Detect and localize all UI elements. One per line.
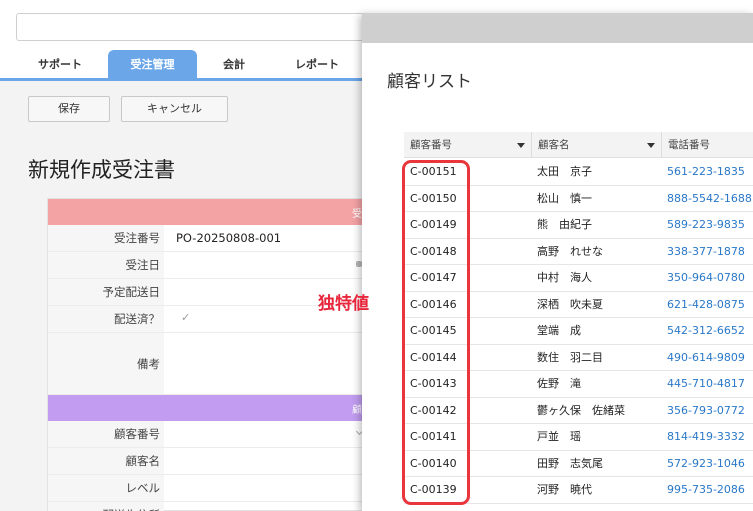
delivered-checkbox[interactable]: ✓ [181,311,190,324]
search-input[interactable] [16,13,376,41]
page-title: 新規作成受注書 [28,158,175,182]
tab-accounting[interactable]: 会計 [200,50,268,78]
form-row-level: レベル [48,475,366,502]
customer-name-cell: 鬱ヶ久保 佐緒菜 [537,403,625,417]
phone-link[interactable]: 589-223-9835 [667,212,745,238]
section-header-order: 受 [48,199,366,225]
phone-link[interactable]: 338-377-1878 [667,239,745,265]
column-header-phone[interactable]: 電話番号 [662,132,753,158]
order-number-field[interactable]: PO-20250808-001 [176,225,281,251]
phone-link[interactable]: 995-735-2086 [667,477,745,503]
phone-link[interactable]: 814-419-3332 [667,424,745,450]
customer-name-cell: 深栖 吹未夏 [537,297,603,311]
customer-name-cell: 田野 志気尾 [537,456,603,470]
customer-name-cell: 太田 京子 [537,165,592,178]
customer-name-cell: 松山 慎一 [537,191,592,205]
order-form: 受 受注番号 PO-20250808-001 受注日 予定配送日 配送済？ ✓ … [47,198,366,511]
customer-name-cell: 佐野 滝 [537,377,581,390]
sort-dropdown-icon[interactable] [647,143,655,148]
column-label: 顧客名 [538,139,570,151]
field-label: 配送済？ [48,306,164,332]
phone-link[interactable]: 542-312-6652 [667,318,745,344]
highlight-box [402,160,470,505]
form-row-notes: 備考 [48,333,366,395]
field-label: 受注日 [48,252,164,278]
column-label: 顧客番号 [410,139,452,151]
phone-link[interactable]: 572-923-1046 [667,451,745,477]
phone-link[interactable]: 445-710-4817 [667,371,745,397]
field-label: 配送先住所 [48,502,164,511]
section-label: 顧 [352,405,362,416]
save-button[interactable]: 保存 [28,96,110,122]
customer-name-cell: 高野 れせな [537,244,603,258]
field-label: 受注番号 [48,225,164,251]
cancel-button[interactable]: キャンセル [121,96,228,122]
field-label: 顧客名 [48,448,164,474]
field-label: 備考 [48,333,164,394]
phone-link[interactable]: 356-793-0772 [667,398,745,424]
customer-name-cell: 戸並 瑶 [537,430,581,443]
customer-name-cell: 熊 由紀子 [537,218,592,231]
section-label: 受 [352,209,362,220]
column-header-customer-number[interactable]: 顧客番号 [404,132,532,158]
column-label: 電話番号 [668,139,710,151]
main-tabs: サポート 受注管理 会計 レポート [0,50,365,80]
customer-name-cell: 堂端 成 [537,324,581,337]
section-header-customer: 顧 [48,395,366,421]
tab-order-management[interactable]: 受注管理 [108,50,197,80]
tab-support[interactable]: サポート [20,50,100,78]
table-header: 顧客番号 顧客名 電話番号 [404,132,753,158]
field-label: レベル [48,475,164,501]
sort-dropdown-icon[interactable] [517,143,525,148]
form-row-order-date: 受注日 [48,252,366,279]
phone-link[interactable]: 490-614-9809 [667,345,745,371]
form-row-customer-number: 顧客番号 [48,421,366,448]
customer-name-cell: 数住 羽二目 [537,350,603,364]
form-row-shipping-address: 配送先住所 [48,502,366,511]
phone-link[interactable]: 350-964-0780 [667,265,745,291]
field-label: 予定配送日 [48,279,164,305]
phone-link[interactable]: 561-223-1835 [667,159,745,185]
form-row-order-number: 受注番号 PO-20250808-001 [48,225,366,252]
tab-reports[interactable]: レポート [278,50,356,78]
field-label: 顧客番号 [48,421,164,447]
form-row-customer-name: 顧客名 [48,448,366,475]
annotation-label: 独特値 [318,294,369,314]
dialog-header-bar [362,13,753,43]
customer-name-cell: 中村 海人 [537,271,592,284]
dialog-title: 顧客リスト [387,72,472,92]
phone-link[interactable]: 888-5542-1688 [667,186,752,212]
phone-link[interactable]: 621-428-0875 [667,292,745,318]
column-header-customer-name[interactable]: 顧客名 [532,132,662,158]
customer-name-cell: 河野 暁代 [537,483,592,496]
